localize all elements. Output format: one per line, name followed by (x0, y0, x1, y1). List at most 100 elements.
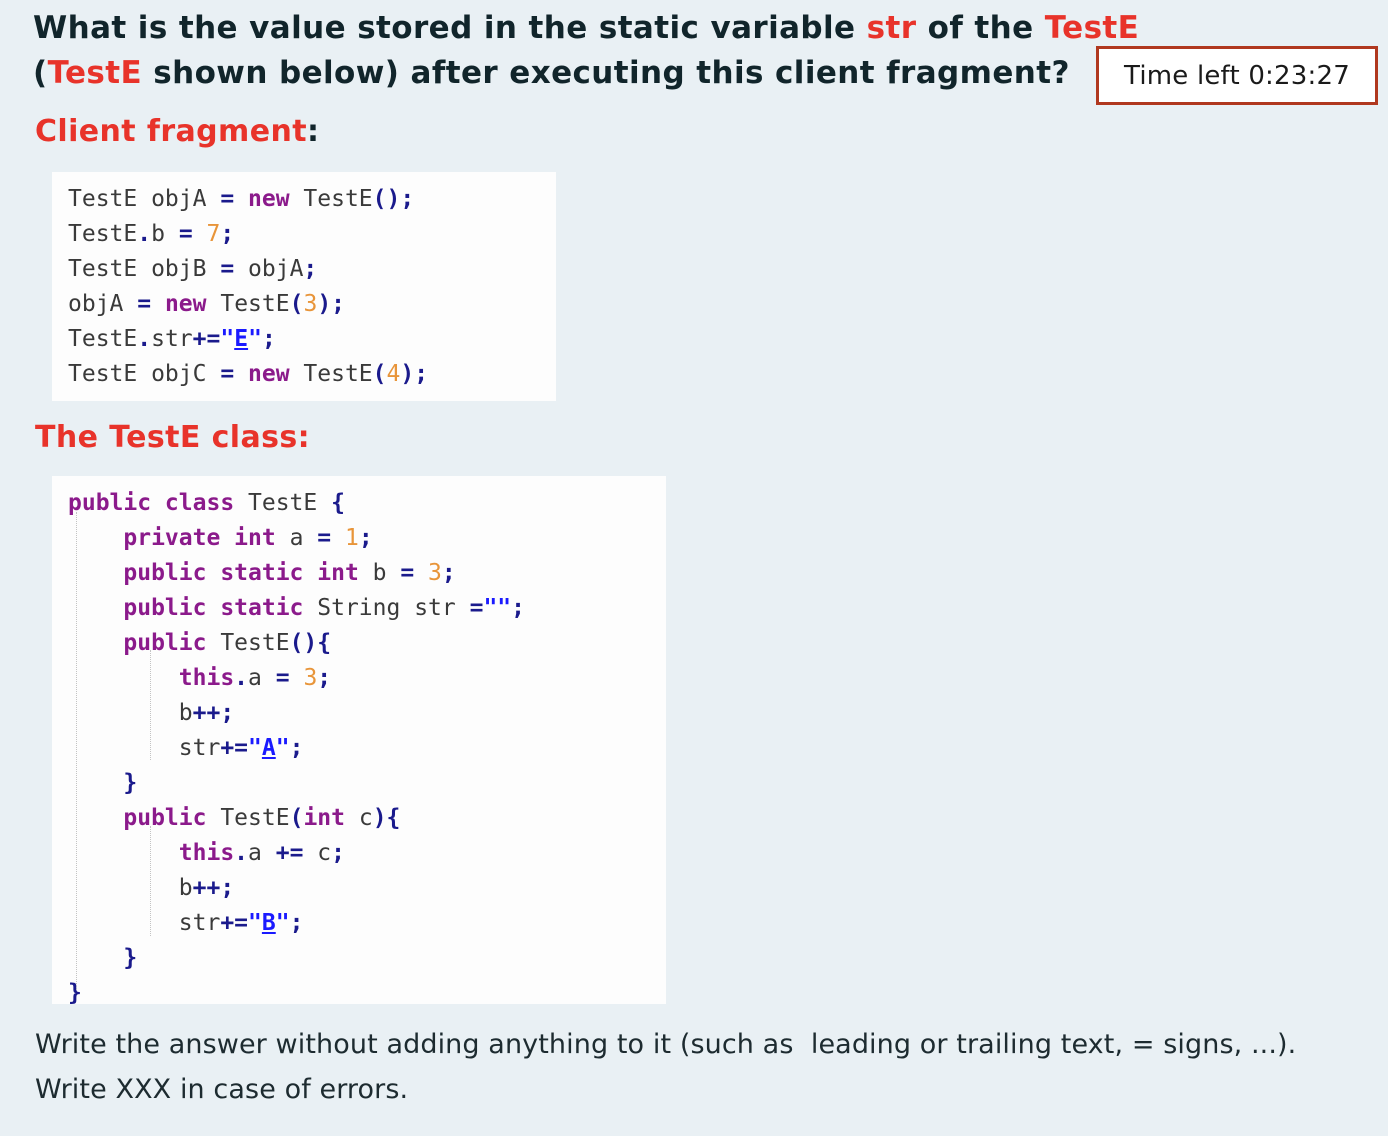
client-code-token: ; (220, 221, 235, 247)
class-code-token: public (123, 630, 221, 656)
client-code-token: 3 (303, 291, 318, 317)
class-code-token: b (178, 875, 193, 901)
class-code-line: public TestE(){ (68, 626, 666, 661)
client-code-token: str (151, 326, 193, 352)
class-code-token: ; (331, 840, 345, 866)
class-code-token: = (317, 525, 345, 551)
client-code-token: 7 (206, 221, 221, 247)
class-code-token: ; (289, 910, 304, 936)
time-left-label: Time left 0:23:27 (1124, 60, 1350, 91)
class-code-token: b (178, 700, 193, 726)
indent-guide-class-body (76, 512, 78, 990)
question-segment-2: of the (916, 10, 1045, 46)
client-code-token: ; (303, 256, 318, 282)
class-code-token: " (248, 910, 262, 936)
client-code-token: " (248, 326, 262, 352)
class-code-token: } (123, 770, 138, 796)
client-code-token: TestE (303, 186, 373, 212)
class-code-token: = (275, 665, 304, 691)
class-code-token: 1 (344, 525, 359, 551)
client-code-token: = (178, 221, 207, 247)
class-code-token: . (234, 665, 249, 691)
client-code-token: new (164, 291, 221, 317)
class-code-token: str (178, 735, 221, 761)
class-code-line: b++; (68, 871, 666, 906)
class-code-token (68, 840, 179, 866)
answer-instructions-line-2: Write XXX in case of errors. (35, 1074, 409, 1105)
class-code-token: ; (317, 665, 332, 691)
class-code-token: { (331, 490, 345, 516)
client-code-line: objA = new TestE(3); (68, 287, 556, 322)
class-code-line: } (68, 976, 666, 1004)
class-code-line: public static String str =""; (68, 591, 666, 626)
client-code-token: TestE objA (68, 186, 221, 212)
class-code-token: private int (123, 525, 290, 551)
client-fragment-heading-colon: : (306, 114, 320, 149)
client-code-token: TestE objB (68, 256, 221, 282)
client-code-token: = (137, 291, 165, 317)
class-code-token: A (261, 735, 276, 761)
class-code-token (68, 875, 179, 901)
class-code-token: public class (68, 490, 249, 516)
class-code-token: a (289, 525, 318, 551)
question-text: What is the value stored in the static v… (33, 6, 1143, 96)
question-segment-5: TestE (47, 55, 143, 91)
client-code-line: TestE objC = new TestE(4); (68, 357, 556, 392)
client-code-token: TestE (220, 291, 290, 317)
class-code-token: = (400, 560, 429, 586)
client-fragment-code-block: TestE objA = new TestE(); TestE.b = 7; Tes… (52, 172, 556, 401)
class-code-token: " (248, 735, 262, 761)
client-code-token: = (220, 256, 249, 282)
class-code-token (68, 735, 179, 761)
class-code-token: int (303, 805, 359, 831)
client-code-token: ); (317, 291, 346, 317)
class-code-token: c (358, 805, 373, 831)
class-code-token: ; (289, 735, 304, 761)
class-code-token: this (178, 665, 235, 691)
class-code-line: public TestE(int c){ (68, 801, 666, 836)
client-code-token: ( (289, 291, 304, 317)
client-code-token: . (137, 221, 152, 247)
teste-class-heading: The TestE class: (35, 420, 310, 455)
class-code-token: ++; (192, 875, 235, 901)
client-code-token: TestE (303, 361, 373, 387)
class-code-token: ; (441, 560, 456, 586)
class-code-token (68, 700, 179, 726)
client-code-token: ( (372, 361, 387, 387)
answer-instructions-line-1: Write the answer without adding anything… (35, 1029, 1297, 1060)
class-code-token: (){ (289, 630, 332, 656)
class-code-token: a (248, 665, 276, 691)
question-segment-1: str (866, 10, 917, 46)
class-code-token (68, 910, 179, 936)
class-code-line: b++; (68, 696, 666, 731)
class-code-token: public (123, 805, 221, 831)
class-code-token: a (248, 840, 276, 866)
client-code-token: " (220, 326, 235, 352)
client-code-token: (); (372, 186, 415, 212)
client-code-token: += (192, 326, 221, 352)
class-code-token: ( (289, 805, 304, 831)
client-code-token: . (137, 326, 152, 352)
class-code-token: " (275, 910, 290, 936)
class-code-token: String str (317, 595, 470, 621)
client-code-token: = (220, 186, 249, 212)
class-code-token (68, 665, 179, 691)
class-code-token: = (469, 595, 484, 621)
class-code-token: c (317, 840, 332, 866)
client-fragment-heading: Client fragment: (35, 114, 319, 149)
class-code-token: "" (483, 595, 512, 621)
class-code-token: ++; (192, 700, 235, 726)
class-code-token: ){ (372, 805, 401, 831)
question-segment-4: ( (33, 55, 48, 91)
class-code-token: this (178, 840, 235, 866)
class-code-line: this.a += c; (68, 836, 666, 871)
question-segment-6: shown below) after executing this client… (142, 55, 1070, 91)
class-code-token: TestE (248, 490, 332, 516)
class-code-line: public static int b = 3; (68, 556, 666, 591)
class-code-token: str (178, 910, 221, 936)
answer-instructions: Write the answer without adding anything… (35, 1022, 1365, 1112)
client-code-token: TestE (68, 221, 138, 247)
class-code-token: } (68, 980, 82, 1004)
class-code-token: += (275, 840, 318, 866)
class-code-token: TestE (220, 630, 290, 656)
